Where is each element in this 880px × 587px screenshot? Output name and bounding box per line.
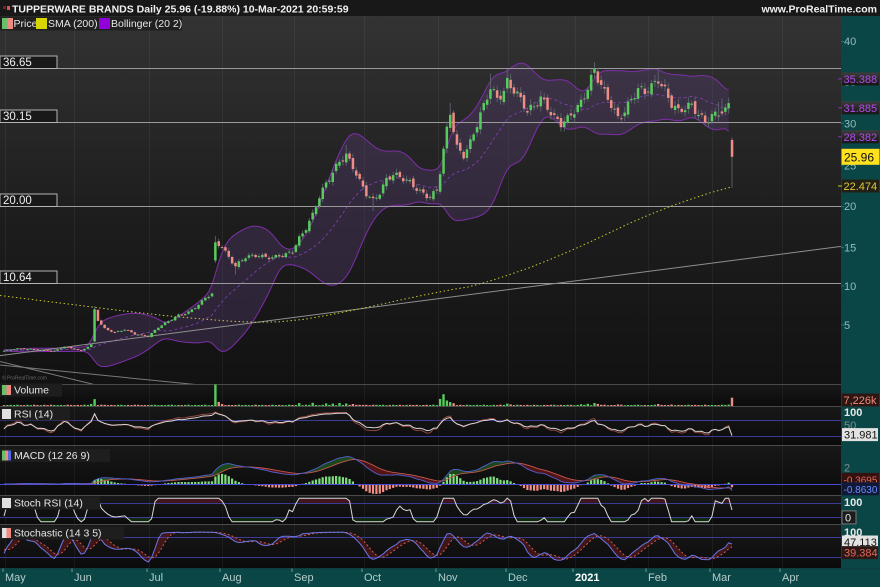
svg-text:SMA (200): SMA (200) (48, 18, 98, 30)
svg-text:Price: Price (14, 18, 38, 30)
svg-text:2: 2 (844, 462, 850, 474)
svg-text:10: 10 (844, 281, 856, 293)
svg-text:15: 15 (844, 242, 856, 254)
svg-text:Jul: Jul (149, 572, 163, 584)
svg-text:Feb: Feb (648, 572, 667, 584)
svg-text:Jun: Jun (74, 572, 92, 584)
svg-text:20: 20 (844, 201, 856, 213)
svg-text:100: 100 (844, 497, 862, 509)
svg-text:May: May (5, 572, 26, 584)
svg-text:MACD (12 26 9): MACD (12 26 9) (14, 450, 90, 462)
svg-text:TUPPERWARE BRANDS Daily 25.96: TUPPERWARE BRANDS Daily 25.96 (-19.88%) … (12, 4, 349, 16)
svg-text:Nov: Nov (438, 572, 458, 584)
svg-text:22.474: 22.474 (844, 181, 878, 193)
svg-text:0: 0 (845, 512, 851, 524)
svg-text:Sep: Sep (294, 572, 314, 584)
svg-text:100: 100 (844, 407, 862, 419)
svg-text:30: 30 (844, 118, 856, 130)
svg-text:Apr: Apr (782, 572, 799, 584)
svg-text:35.388: 35.388 (844, 74, 878, 86)
svg-text:36.65: 36.65 (3, 57, 32, 69)
svg-text:Aug: Aug (222, 572, 242, 584)
svg-text:www.ProRealTime.com: www.ProRealTime.com (760, 4, 877, 16)
svg-text:31.981: 31.981 (844, 430, 878, 442)
svg-text:28.382: 28.382 (844, 132, 878, 144)
svg-text:7,226k: 7,226k (844, 395, 878, 407)
svg-text:2021: 2021 (575, 572, 599, 584)
svg-text:RSI (14): RSI (14) (14, 409, 53, 421)
svg-text:Bollinger (20 2): Bollinger (20 2) (111, 18, 182, 30)
svg-text:-0.8630: -0.8630 (844, 485, 878, 496)
svg-text:30.15: 30.15 (3, 111, 32, 123)
svg-text:Stoch RSI (14): Stoch RSI (14) (14, 498, 83, 510)
svg-text:Mar: Mar (712, 572, 731, 584)
svg-text:10.64: 10.64 (3, 272, 32, 284)
svg-text:31.885: 31.885 (844, 103, 878, 115)
svg-text:Volume: Volume (14, 385, 49, 397)
svg-text:40: 40 (844, 36, 856, 48)
svg-text:25.96: 25.96 (844, 150, 874, 164)
svg-text:Oct: Oct (364, 572, 381, 584)
svg-text:20.00: 20.00 (3, 195, 32, 207)
svg-text:5: 5 (844, 320, 850, 332)
svg-text:39.384: 39.384 (844, 548, 878, 560)
svg-text:© ProRealTime.com: © ProRealTime.com (2, 375, 47, 382)
svg-text:Stochastic (14 3 5): Stochastic (14 3 5) (14, 528, 102, 540)
svg-text:Dec: Dec (508, 572, 528, 584)
